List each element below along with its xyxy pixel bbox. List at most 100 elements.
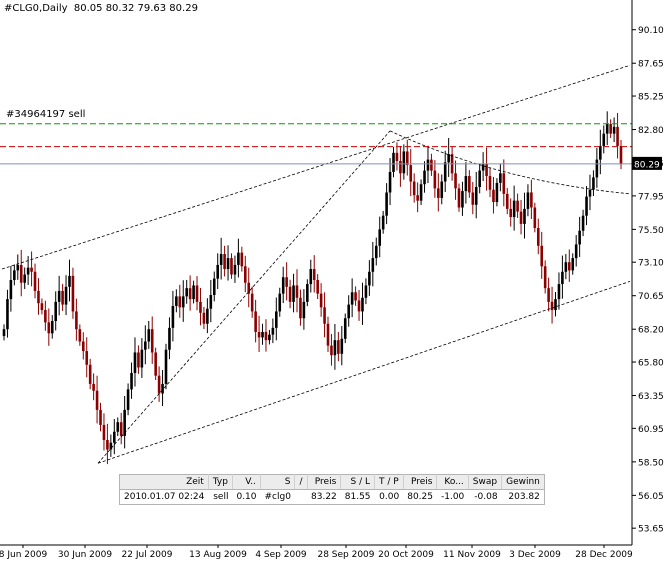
candle-body — [447, 154, 450, 163]
candle-body — [230, 258, 233, 275]
candle-body — [268, 334, 271, 341]
candle — [150, 316, 154, 364]
candle — [485, 147, 488, 191]
candle — [457, 183, 461, 212]
candle — [130, 362, 133, 399]
candle-body — [106, 439, 109, 450]
candle — [574, 235, 578, 267]
candle-body — [99, 409, 102, 425]
trade-col-header[interactable]: Zeit — [119, 474, 209, 490]
trade-col-header[interactable]: Typ — [207, 474, 233, 490]
candle — [281, 266, 285, 304]
candle — [102, 413, 106, 451]
candle-body — [392, 152, 395, 172]
trade-col-header[interactable]: Preis — [402, 474, 437, 490]
candle-body — [585, 196, 588, 216]
candle-body — [557, 284, 561, 300]
candle — [175, 289, 178, 313]
trade-table-row[interactable]: 2010.01.07 02:24 sell 0.10 #clg0 83.22 81.55 0… — [120, 490, 545, 505]
candle-body — [499, 173, 502, 183]
candle-body — [326, 323, 330, 346]
candle-body — [354, 292, 357, 301]
candle-body — [430, 159, 433, 171]
candle — [419, 179, 423, 205]
trade-col-header[interactable]: S — [260, 474, 295, 490]
candle-body — [240, 252, 244, 267]
candle — [323, 292, 326, 338]
candle — [188, 275, 192, 311]
candle-body — [275, 311, 278, 328]
candle — [202, 306, 206, 330]
candle — [464, 162, 468, 204]
candle — [578, 216, 581, 257]
candle — [37, 278, 40, 315]
candle — [116, 417, 120, 437]
trade-col-header[interactable]: S / L — [340, 474, 375, 490]
candle — [471, 181, 475, 215]
trade-col-header[interactable]: T / P — [374, 474, 404, 490]
y-tick-label: 53.65 — [638, 525, 664, 535]
candle-body — [13, 270, 16, 280]
candle-body — [126, 389, 130, 410]
trade-col-header[interactable]: / — [294, 474, 307, 490]
candle-body — [340, 338, 344, 354]
candle-body — [185, 288, 188, 297]
candle — [9, 266, 13, 312]
candle — [378, 216, 382, 258]
candle-body — [23, 274, 26, 283]
trade-table[interactable]: Zeit Typ V.. S / Preis S / LT / P Preis Ko... Swa… — [119, 474, 545, 505]
candle-body — [140, 349, 144, 368]
candle-body — [188, 288, 192, 300]
candle — [99, 402, 102, 432]
current-price-tag-label: 80.29 — [634, 160, 660, 170]
candle-body — [561, 271, 564, 285]
candle — [40, 298, 44, 315]
candle — [292, 273, 295, 313]
candle-body — [488, 176, 492, 190]
candle — [337, 331, 340, 362]
trade-col-header[interactable]: Preis — [306, 474, 341, 490]
candle-body — [288, 286, 292, 302]
candle-body — [364, 285, 368, 298]
candle — [71, 267, 75, 319]
candle-body — [419, 184, 423, 201]
candle — [571, 253, 575, 275]
candle — [126, 383, 130, 416]
candle — [299, 289, 302, 326]
candle — [302, 289, 306, 330]
candle — [81, 332, 85, 360]
candle-body — [337, 340, 340, 354]
trade-col-header[interactable]: Gewinn — [501, 474, 545, 490]
candle-body — [540, 245, 544, 267]
trade-col-header[interactable]: V.. — [231, 474, 261, 490]
trade-cell: 81.55 — [344, 492, 371, 502]
candle-body — [543, 266, 547, 289]
candle-body — [233, 264, 237, 275]
candle-body — [250, 293, 254, 312]
candle-body — [78, 329, 82, 342]
candle-body — [609, 124, 612, 134]
candle — [75, 298, 78, 341]
candle-body — [405, 151, 409, 166]
candle — [330, 333, 333, 366]
candle-body — [30, 267, 33, 272]
trade-cell: 0.00 — [379, 492, 400, 502]
candle — [502, 159, 506, 207]
candle — [171, 290, 175, 342]
candle — [616, 112, 619, 159]
x-tick-label: 4 Sep 2009 — [255, 550, 307, 560]
candle — [164, 343, 168, 390]
candle — [30, 251, 33, 287]
candle — [133, 337, 137, 387]
candle — [585, 186, 588, 226]
trade-col-header[interactable]: Swap — [467, 474, 502, 490]
candle-body — [171, 305, 175, 328]
candle — [450, 145, 454, 181]
candle-body — [571, 258, 575, 271]
candle — [64, 275, 68, 316]
trade-col-header[interactable]: Ko... — [436, 474, 469, 490]
ohlc-readout: 80.05 80.32 79.63 80.29 — [73, 3, 198, 14]
candle-body — [9, 279, 13, 300]
candle — [250, 286, 254, 318]
candle — [247, 267, 251, 308]
